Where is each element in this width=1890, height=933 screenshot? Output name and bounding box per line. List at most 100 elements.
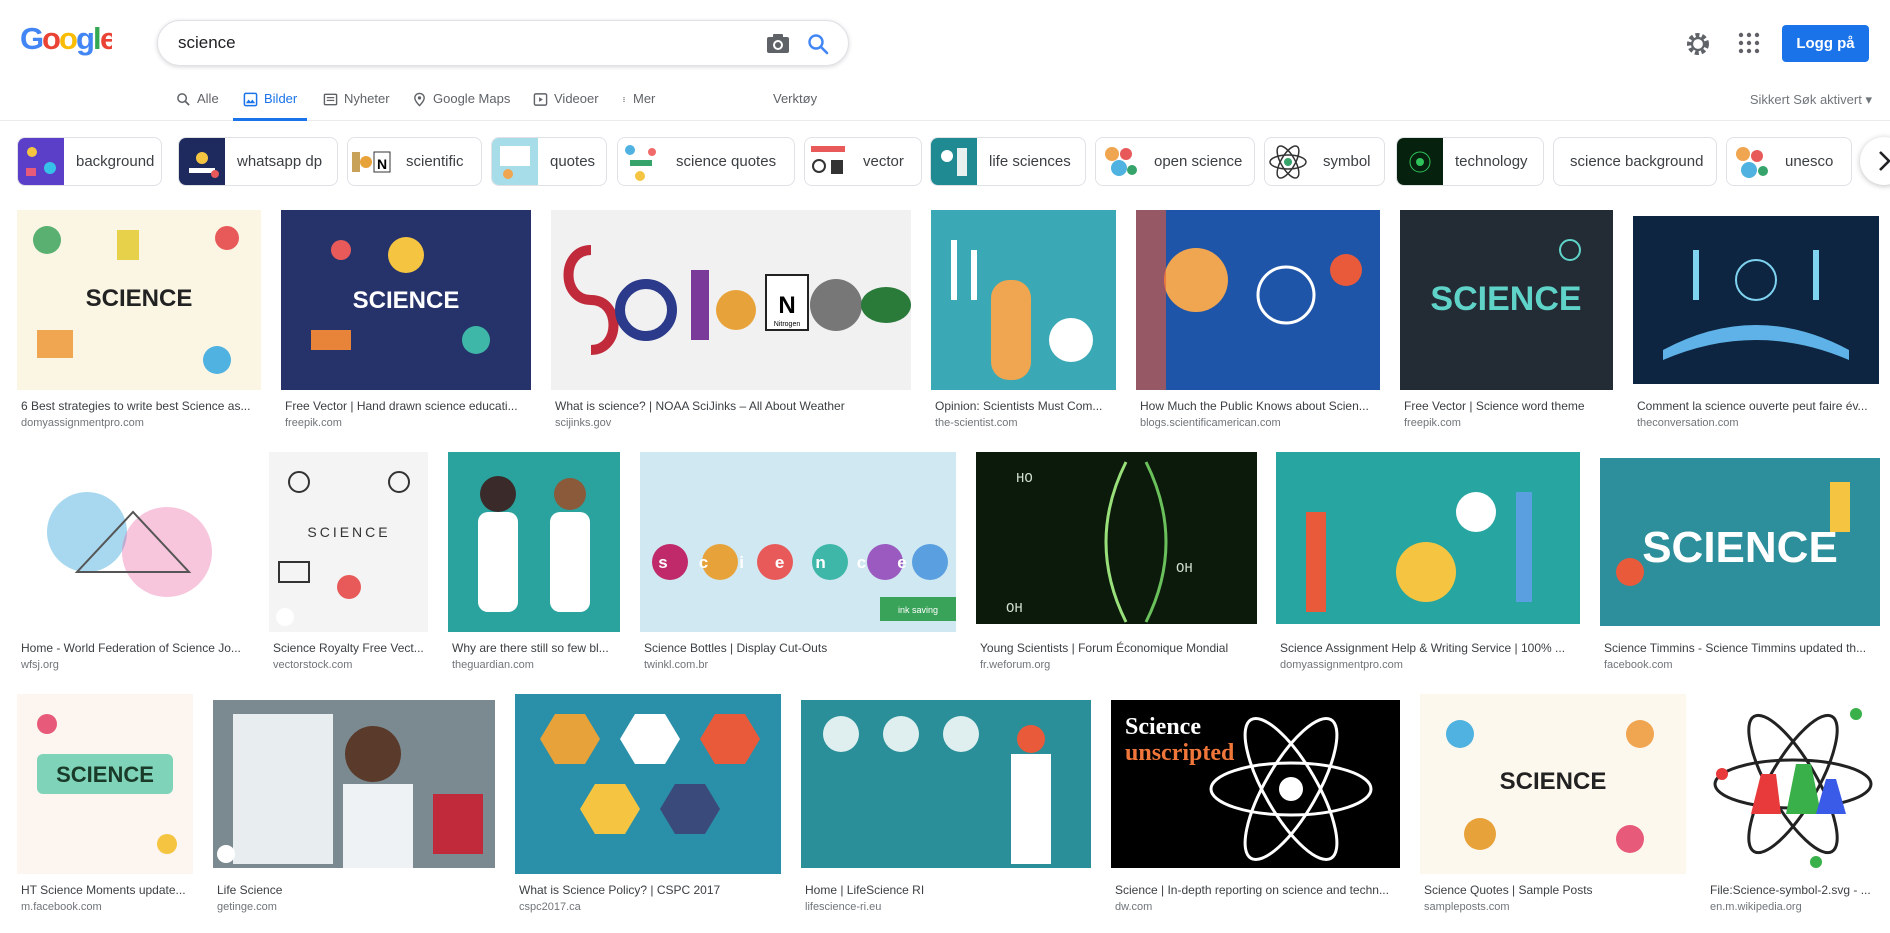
chip-thumbnail bbox=[1096, 138, 1142, 185]
apps-grid-icon[interactable] bbox=[1737, 31, 1761, 55]
image-text: Science bbox=[1125, 714, 1201, 740]
news-icon bbox=[323, 93, 338, 106]
results-row-1: SCIENCE 6 Best strategies to write best … bbox=[0, 210, 1890, 435]
tab-all[interactable]: Alle bbox=[176, 89, 219, 121]
chip-label: science quotes bbox=[676, 153, 777, 170]
image-text: Nitrogen bbox=[774, 321, 801, 328]
chip-label: science background bbox=[1570, 153, 1704, 170]
result-title: Opinion: Scientists Must Com... bbox=[935, 399, 1103, 413]
chip-label: scientific bbox=[406, 153, 464, 170]
result-thumbnail: HO OH OH bbox=[976, 452, 1257, 624]
tab-images[interactable]: Bilder bbox=[233, 89, 308, 121]
chip-thumbnail: N bbox=[348, 138, 394, 185]
result-title: File:Science-symbol-2.svg - ... bbox=[1710, 883, 1871, 897]
chip-science-quotes[interactable]: science quotes bbox=[617, 137, 795, 186]
google-logo-mark: G o o g l e bbox=[20, 21, 118, 56]
tab-label: Alle bbox=[197, 91, 219, 106]
result-title: Why are there still so few bl... bbox=[452, 641, 609, 655]
result-source: wfsj.org bbox=[21, 659, 59, 671]
results-row-2: Home - World Federation of Science Jo...… bbox=[0, 452, 1890, 677]
tab-maps[interactable]: Google Maps bbox=[412, 89, 510, 121]
result-source: blogs.scientificamerican.com bbox=[1140, 417, 1281, 429]
tools-button[interactable]: Verktøy bbox=[773, 91, 817, 106]
svg-text:N: N bbox=[778, 292, 795, 319]
chip-thumbnail bbox=[618, 138, 664, 185]
result-title: HT Science Moments update... bbox=[21, 883, 186, 897]
svg-text:OH: OH bbox=[1006, 601, 1023, 617]
chip-quotes[interactable]: quotes bbox=[491, 137, 607, 186]
chip-label: quotes bbox=[550, 153, 596, 170]
result-source: twinkl.com.br bbox=[644, 659, 709, 671]
chip-whatsapp-dp[interactable]: whatsapp dp bbox=[178, 137, 338, 186]
svg-text:e: e bbox=[100, 22, 112, 56]
dropdown-arrow-icon: ▾ bbox=[1865, 92, 1872, 107]
chip-label: symbol bbox=[1323, 153, 1371, 170]
chip-life-sciences[interactable]: life sciences bbox=[930, 137, 1086, 186]
chip-scientific[interactable]: Nscientific bbox=[347, 137, 482, 186]
result-source: sampleposts.com bbox=[1424, 901, 1510, 913]
result-title: Science Quotes | Sample Posts bbox=[1424, 883, 1593, 897]
image-text: unscripted bbox=[1125, 740, 1235, 766]
chip-label: whatsapp dp bbox=[237, 153, 323, 170]
chip-thumbnail bbox=[805, 138, 851, 185]
google-logo[interactable]: G o o g l e bbox=[20, 21, 118, 64]
chip-thumbnail bbox=[931, 138, 977, 185]
result-thumbnail bbox=[515, 694, 781, 874]
chip-thumbnail bbox=[18, 138, 64, 185]
search-input[interactable] bbox=[178, 31, 738, 55]
image-text: SCIENCE bbox=[353, 287, 460, 314]
chip-open-science[interactable]: open science bbox=[1095, 137, 1255, 186]
svg-text:HO: HO bbox=[1016, 471, 1033, 487]
result-thumbnail bbox=[448, 452, 620, 632]
settings-gear-icon[interactable] bbox=[1685, 31, 1711, 57]
result-title: Science Royalty Free Vect... bbox=[273, 641, 424, 655]
chips-next-button[interactable] bbox=[1860, 137, 1890, 185]
search-tabs: Alle Bilder Nyheter Google Maps Videoer … bbox=[0, 85, 1890, 121]
image-text: SCIENCE bbox=[1642, 523, 1838, 572]
safesearch-toggle[interactable]: Sikkert Søk aktivert ▾ bbox=[1750, 92, 1872, 108]
chip-background[interactable]: background bbox=[17, 137, 162, 186]
result-thumbnail: SCIENCE bbox=[1420, 694, 1686, 874]
search-icon[interactable] bbox=[806, 32, 830, 56]
tab-more[interactable]: Mer bbox=[621, 89, 655, 121]
chip-thumbnail bbox=[492, 138, 538, 185]
result-thumbnail bbox=[17, 452, 249, 632]
login-button[interactable]: Logg på bbox=[1782, 25, 1869, 62]
result-source: freepik.com bbox=[285, 417, 342, 429]
result-thumbnail: science ink saving bbox=[640, 452, 956, 632]
chip-symbol[interactable]: symbol bbox=[1264, 137, 1385, 186]
chip-label: life sciences bbox=[989, 153, 1071, 170]
result-thumbnail bbox=[931, 210, 1116, 390]
camera-icon[interactable] bbox=[766, 33, 790, 55]
tab-news[interactable]: Nyheter bbox=[323, 89, 390, 121]
result-title: What is Science Policy? | CSPC 2017 bbox=[519, 883, 721, 897]
svg-text:o: o bbox=[42, 22, 60, 56]
result-thumbnail bbox=[1136, 210, 1380, 390]
result-source: domyassignmentpro.com bbox=[1280, 659, 1403, 671]
tab-videos[interactable]: Videoer bbox=[533, 89, 599, 121]
search-box bbox=[157, 20, 849, 66]
result-title: Young Scientists | Forum Économique Mond… bbox=[980, 641, 1229, 655]
result-source: theguardian.com bbox=[452, 659, 534, 671]
image-icon bbox=[243, 92, 258, 107]
image-text: SCIENCE bbox=[86, 285, 193, 312]
map-pin-icon bbox=[414, 92, 425, 107]
chip-technology[interactable]: technology bbox=[1396, 137, 1544, 186]
related-search-chips: background whatsapp dp Nscientific quote… bbox=[0, 137, 1890, 187]
chip-science-background[interactable]: science background bbox=[1553, 137, 1717, 186]
result-source: theconversation.com bbox=[1637, 417, 1739, 429]
result-thumbnail: SCIENCE bbox=[17, 210, 261, 390]
chip-label: background bbox=[76, 153, 155, 170]
image-text: SCIENCE bbox=[307, 524, 390, 540]
more-vert-icon bbox=[623, 97, 625, 102]
chip-label: technology bbox=[1455, 153, 1528, 170]
result-title: 6 Best strategies to write best Science … bbox=[21, 399, 251, 413]
chip-unesco[interactable]: unesco bbox=[1726, 137, 1852, 186]
chip-label: open science bbox=[1154, 153, 1243, 170]
result-thumbnail: SCIENCE bbox=[1600, 458, 1880, 626]
chip-vector[interactable]: vector bbox=[804, 137, 922, 186]
result-title: Free Vector | Science word theme bbox=[1404, 399, 1585, 413]
result-source: freepik.com bbox=[1404, 417, 1461, 429]
result-source: cspc2017.ca bbox=[519, 901, 581, 913]
chip-thumbnail bbox=[179, 138, 225, 185]
